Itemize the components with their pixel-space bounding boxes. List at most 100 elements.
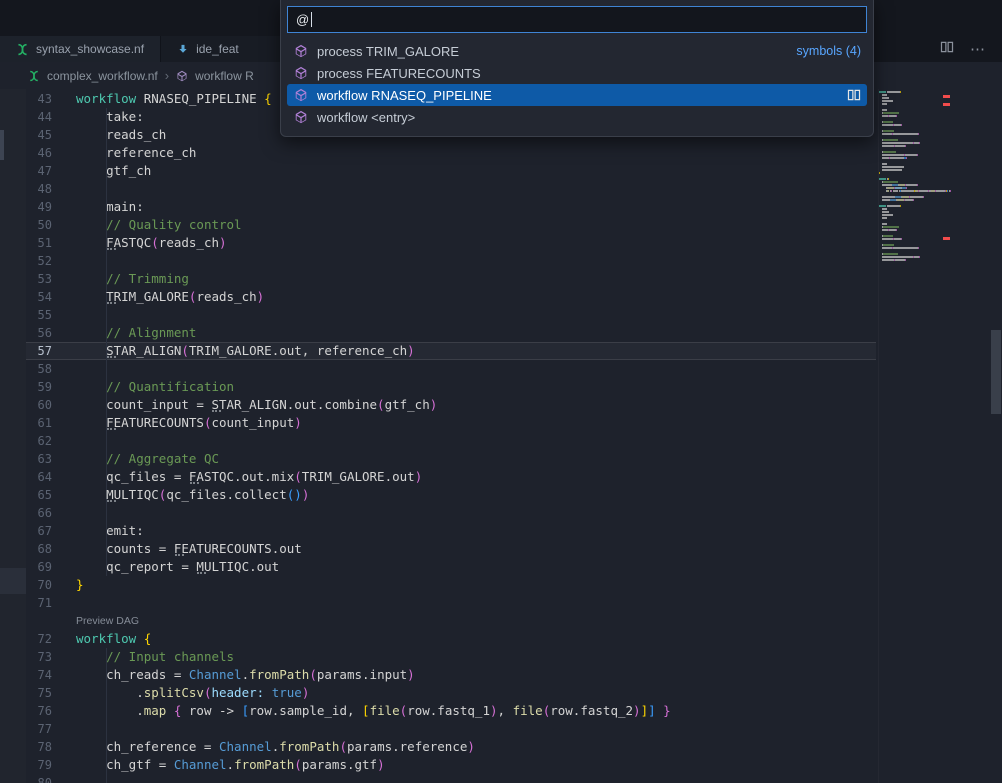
line-number[interactable]: 72 [26, 630, 52, 648]
line-number[interactable]: 65 [26, 486, 52, 504]
code-text[interactable]: // Quality control [76, 216, 876, 234]
split-editor-icon[interactable] [847, 88, 861, 102]
code-line[interactable]: 50 // Quality control [26, 216, 876, 234]
code-line[interactable]: 47 gtf_ch [26, 162, 876, 180]
code-line[interactable]: 51 FASTQC(reads_ch) [26, 234, 876, 252]
tab-syntax-showcase[interactable]: syntax_showcase.nf [0, 36, 161, 62]
code-line[interactable]: 61 FEATURECOUNTS(count_input) [26, 414, 876, 432]
code-line[interactable]: 58 [26, 360, 876, 378]
code-text[interactable]: STAR_ALIGN(TRIM_GALORE.out, reference_ch… [76, 342, 876, 360]
line-number[interactable]: 56 [26, 324, 52, 342]
line-number[interactable]: 66 [26, 504, 52, 522]
code-area[interactable]: 43workflow RNASEQ_PIPELINE {44 take:45 r… [26, 90, 876, 783]
code-text[interactable]: qc_files = FASTQC.out.mix(TRIM_GALORE.ou… [76, 468, 876, 486]
code-text[interactable] [76, 594, 876, 612]
line-number[interactable]: 79 [26, 756, 52, 774]
code-text[interactable]: .map { row -> [row.sample_id, [file(row.… [76, 702, 876, 720]
line-number[interactable]: 57 [26, 342, 52, 360]
code-text[interactable]: counts = FEATURECOUNTS.out [76, 540, 876, 558]
line-number[interactable]: 55 [26, 306, 52, 324]
code-text[interactable] [76, 720, 876, 738]
more-actions-icon[interactable]: ⋯ [970, 40, 986, 58]
code-text[interactable]: .splitCsv(header: true) [76, 684, 876, 702]
line-number[interactable]: 47 [26, 162, 52, 180]
code-text[interactable]: qc_report = MULTIQC.out [76, 558, 876, 576]
line-number[interactable]: 60 [26, 396, 52, 414]
code-line[interactable]: 64 qc_files = FASTQC.out.mix(TRIM_GALORE… [26, 468, 876, 486]
code-line[interactable]: 66 [26, 504, 876, 522]
code-text[interactable]: MULTIQC(qc_files.collect()) [76, 486, 876, 504]
quick-open-input[interactable]: @ [287, 6, 867, 33]
quick-open-item[interactable]: workflow RNASEQ_PIPELINE [287, 84, 867, 106]
code-text[interactable]: main: [76, 198, 876, 216]
line-number[interactable]: 48 [26, 180, 52, 198]
quick-open-item[interactable]: process TRIM_GALOREsymbols (4) [287, 40, 867, 62]
line-number[interactable]: 64 [26, 468, 52, 486]
line-number[interactable]: 61 [26, 414, 52, 432]
code-text[interactable] [76, 504, 876, 522]
code-text[interactable] [76, 432, 876, 450]
code-text[interactable]: } [76, 576, 876, 594]
code-text[interactable]: // Trimming [76, 270, 876, 288]
split-editor-icon[interactable] [940, 40, 954, 59]
line-number[interactable]: 69 [26, 558, 52, 576]
codelens-link[interactable]: Preview DAG [76, 612, 139, 630]
code-text[interactable]: // Quantification [76, 378, 876, 396]
code-text[interactable] [76, 252, 876, 270]
code-line[interactable]: 63 // Aggregate QC [26, 450, 876, 468]
code-line[interactable]: 48 [26, 180, 876, 198]
minimap[interactable] [878, 89, 952, 783]
line-number[interactable]: 50 [26, 216, 52, 234]
code-text[interactable]: reference_ch [76, 144, 876, 162]
breadcrumb-file[interactable]: complex_workflow.nf [47, 69, 158, 83]
line-number[interactable]: 58 [26, 360, 52, 378]
code-line[interactable]: 60 count_input = STAR_ALIGN.out.combine(… [26, 396, 876, 414]
code-line[interactable]: 79 ch_gtf = Channel.fromPath(params.gtf) [26, 756, 876, 774]
code-text[interactable]: FASTQC(reads_ch) [76, 234, 876, 252]
line-number[interactable]: 49 [26, 198, 52, 216]
line-number[interactable]: 51 [26, 234, 52, 252]
line-number[interactable]: 63 [26, 450, 52, 468]
line-number[interactable]: 52 [26, 252, 52, 270]
line-number[interactable]: 71 [26, 594, 52, 612]
line-number[interactable]: 45 [26, 126, 52, 144]
code-line[interactable]: 57 STAR_ALIGN(TRIM_GALORE.out, reference… [26, 342, 876, 360]
code-text[interactable] [76, 306, 876, 324]
quick-open-item[interactable]: process FEATURECOUNTS [287, 62, 867, 84]
code-line[interactable]: 52 [26, 252, 876, 270]
code-line[interactable]: 69 qc_report = MULTIQC.out [26, 558, 876, 576]
code-text[interactable]: count_input = STAR_ALIGN.out.combine(gtf… [76, 396, 876, 414]
code-line[interactable]: 65 MULTIQC(qc_files.collect()) [26, 486, 876, 504]
symbols-count-link[interactable]: symbols (4) [796, 44, 861, 58]
line-number[interactable]: 70 [26, 576, 52, 594]
code-line[interactable]: 80 [26, 774, 876, 783]
code-line[interactable]: 55 [26, 306, 876, 324]
code-line[interactable]: 75 .splitCsv(header: true) [26, 684, 876, 702]
code-text[interactable]: workflow { [76, 630, 876, 648]
code-text[interactable]: // Aggregate QC [76, 450, 876, 468]
line-number[interactable]: 77 [26, 720, 52, 738]
code-text[interactable] [76, 180, 876, 198]
code-line[interactable]: 59 // Quantification [26, 378, 876, 396]
line-number[interactable]: 75 [26, 684, 52, 702]
code-text[interactable]: emit: [76, 522, 876, 540]
line-number[interactable]: 59 [26, 378, 52, 396]
code-text[interactable] [76, 360, 876, 378]
code-text[interactable]: gtf_ch [76, 162, 876, 180]
line-number[interactable]: 73 [26, 648, 52, 666]
code-text[interactable]: // Input channels [76, 648, 876, 666]
code-line[interactable]: 46 reference_ch [26, 144, 876, 162]
code-text[interactable]: FEATURECOUNTS(count_input) [76, 414, 876, 432]
code-line[interactable]: 53 // Trimming [26, 270, 876, 288]
line-number[interactable]: 80 [26, 774, 52, 783]
code-text[interactable]: // Alignment [76, 324, 876, 342]
code-line[interactable]: 76 .map { row -> [row.sample_id, [file(r… [26, 702, 876, 720]
line-number[interactable]: 46 [26, 144, 52, 162]
line-number[interactable]: 54 [26, 288, 52, 306]
code-text[interactable]: ch_reads = Channel.fromPath(params.input… [76, 666, 876, 684]
code-line[interactable]: 62 [26, 432, 876, 450]
line-number[interactable]: 62 [26, 432, 52, 450]
line-number[interactable]: 67 [26, 522, 52, 540]
code-line[interactable]: 74 ch_reads = Channel.fromPath(params.in… [26, 666, 876, 684]
code-line[interactable]: 78 ch_reference = Channel.fromPath(param… [26, 738, 876, 756]
